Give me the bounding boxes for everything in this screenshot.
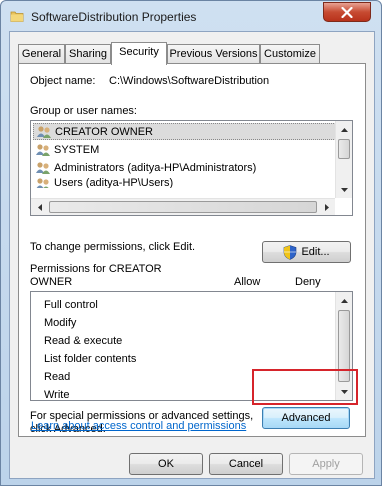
deny-column-header: Deny bbox=[295, 276, 321, 288]
edit-button[interactable]: Edit... bbox=[262, 241, 351, 263]
object-name-label: Object name: bbox=[30, 75, 96, 87]
scroll-left-arrow-icon[interactable] bbox=[31, 199, 48, 215]
ok-button[interactable]: OK bbox=[129, 453, 203, 475]
uac-shield-icon bbox=[284, 244, 297, 260]
permission-row: Full control bbox=[44, 299, 98, 311]
user-name: CREATOR OWNER bbox=[55, 125, 153, 138]
users-group-icon bbox=[36, 143, 50, 156]
edit-label: Edit... bbox=[301, 246, 330, 258]
advanced-button[interactable]: Advanced bbox=[262, 407, 350, 429]
permission-row: Write bbox=[44, 389, 70, 401]
group-users-label: Group or user names: bbox=[30, 105, 137, 117]
scroll-right-arrow-icon[interactable] bbox=[318, 199, 335, 215]
title-bar[interactable]: SoftwareDistribution Properties bbox=[1, 1, 381, 31]
user-name: Users (aditya-HP\Users) bbox=[54, 177, 174, 188]
scroll-thumb[interactable] bbox=[49, 201, 317, 213]
permissions-for-label-2: OWNER bbox=[30, 276, 73, 288]
list-item[interactable]: Users (aditya-HP\Users) bbox=[33, 177, 173, 188]
scroll-thumb[interactable] bbox=[338, 139, 350, 159]
change-permissions-text: To change permissions, click Edit. bbox=[30, 241, 196, 253]
permissions-for-label: Permissions for CREATOR bbox=[30, 263, 162, 275]
learn-access-control-link[interactable]: Learn about access control and permissio… bbox=[31, 420, 246, 432]
cancel-button[interactable]: Cancel bbox=[209, 453, 283, 475]
properties-dialog: SoftwareDistribution Properties General … bbox=[0, 0, 382, 486]
users-group-icon bbox=[36, 161, 50, 174]
tab-customize[interactable]: Customize bbox=[260, 44, 320, 64]
dialog-body: General Sharing Security Previous Versio… bbox=[9, 31, 375, 479]
close-button[interactable] bbox=[323, 2, 371, 22]
highlight-box bbox=[252, 369, 358, 405]
tab-general[interactable]: General bbox=[18, 44, 65, 64]
users-group-icon bbox=[36, 178, 49, 188]
permission-row: Read bbox=[44, 371, 71, 383]
list-item[interactable]: Administrators (aditya-HP\Administrators… bbox=[33, 159, 256, 176]
folder-icon bbox=[10, 11, 24, 22]
users-vertical-scrollbar[interactable] bbox=[335, 121, 352, 198]
close-icon bbox=[341, 6, 353, 18]
group-user-list[interactable]: CREATOR OWNER SYSTEM Administrators (adi… bbox=[30, 120, 353, 216]
apply-button[interactable]: Apply bbox=[289, 453, 363, 475]
users-group-icon bbox=[37, 125, 51, 138]
object-name-value: C:\Windows\SoftwareDistribution bbox=[109, 75, 270, 87]
permission-row: Read & execute bbox=[44, 335, 123, 347]
user-name: SYSTEM bbox=[54, 143, 100, 156]
user-name: Administrators (aditya-HP\Administrators… bbox=[54, 161, 257, 174]
tab-sharing[interactable]: Sharing bbox=[65, 44, 111, 64]
users-horizontal-scrollbar[interactable] bbox=[31, 198, 335, 215]
permission-row: Modify bbox=[44, 317, 77, 329]
list-item[interactable]: CREATOR OWNER bbox=[33, 123, 336, 140]
scroll-up-arrow-icon[interactable] bbox=[336, 292, 352, 309]
scroll-up-arrow-icon[interactable] bbox=[336, 121, 352, 138]
tab-security[interactable]: Security bbox=[111, 42, 167, 65]
window-title: SoftwareDistribution Properties bbox=[31, 10, 197, 24]
list-item[interactable]: SYSTEM bbox=[33, 141, 99, 158]
tab-previous-versions[interactable]: Previous Versions bbox=[167, 44, 260, 64]
scroll-down-arrow-icon[interactable] bbox=[336, 181, 352, 198]
allow-column-header: Allow bbox=[234, 276, 261, 288]
permission-row: List folder contents bbox=[44, 353, 137, 365]
